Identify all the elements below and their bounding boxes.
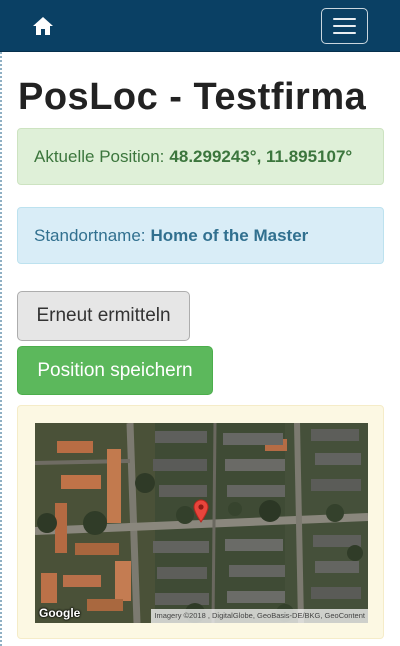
current-position-value: 48.299243°, 11.895107° bbox=[169, 146, 353, 166]
current-position-label: Aktuelle Position: bbox=[34, 146, 165, 166]
refresh-position-button[interactable]: Erneut ermitteln bbox=[17, 291, 190, 341]
page-title: PosLoc - Testfirma bbox=[18, 76, 367, 118]
location-name-alert: Standortname: Home of the Master bbox=[17, 207, 384, 264]
navbar bbox=[0, 0, 400, 52]
page-left-border bbox=[0, 0, 2, 646]
home-button[interactable] bbox=[30, 13, 56, 39]
hamburger-icon bbox=[333, 18, 356, 20]
map-panel: Google Imagery ©2018 , DigitalGlobe, Geo… bbox=[17, 405, 384, 639]
map-pin-icon bbox=[193, 499, 209, 523]
current-position-alert: Aktuelle Position: 48.299243°, 11.895107… bbox=[17, 128, 384, 185]
hamburger-icon-bar bbox=[333, 32, 356, 34]
location-name-label: Standortname: bbox=[34, 225, 146, 245]
google-logo: Google bbox=[39, 606, 81, 620]
map-imagery bbox=[35, 423, 368, 623]
menu-toggle-button[interactable] bbox=[321, 8, 368, 44]
home-icon bbox=[33, 17, 53, 35]
save-position-button[interactable]: Position speichern bbox=[17, 346, 213, 395]
hamburger-icon-bar bbox=[333, 25, 356, 27]
satellite-map[interactable]: Google Imagery ©2018 , DigitalGlobe, Geo… bbox=[35, 423, 368, 623]
location-name-value: Home of the Master bbox=[150, 225, 309, 245]
map-attribution: Imagery ©2018 , DigitalGlobe, GeoBasis-D… bbox=[151, 609, 368, 623]
